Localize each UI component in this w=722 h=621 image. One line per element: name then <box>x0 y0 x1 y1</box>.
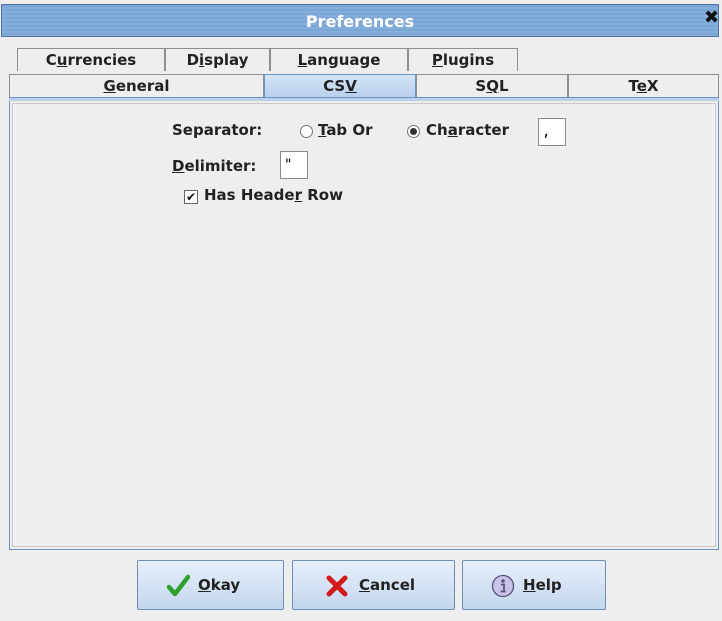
tab-label: eneral <box>115 77 170 95</box>
tab-label-mnemonic: L <box>297 51 308 69</box>
tab-label: D <box>186 51 200 69</box>
tab-label-mnemonic: u <box>56 51 68 69</box>
info-icon <box>491 574 515 598</box>
separator-character-radio[interactable] <box>407 125 420 138</box>
label-mnemonic: C <box>359 576 371 594</box>
tab-label: S <box>475 77 487 95</box>
tab-label-mnemonic: e <box>636 77 647 95</box>
separator-tab-radio[interactable] <box>300 125 313 138</box>
okay-button[interactable]: Okay <box>137 560 284 610</box>
label-text: kay <box>210 576 241 594</box>
separator-tab-label[interactable]: Tab Or <box>318 121 373 139</box>
title-bar[interactable]: Preferences <box>1 4 719 37</box>
tab-label-mnemonic: G <box>103 77 116 95</box>
panel-border <box>12 103 716 547</box>
delimiter-field[interactable] <box>280 151 308 179</box>
tab-plugins[interactable]: Plugins <box>408 48 518 71</box>
tab-label-mnemonic: V <box>345 77 357 95</box>
tab-label: C <box>45 51 57 69</box>
label-text: racter <box>457 121 509 139</box>
tab-display[interactable]: Display <box>165 48 270 71</box>
separator-label: Separator: <box>172 121 263 139</box>
okay-label: Okay <box>198 576 240 594</box>
label-mnemonic: H <box>523 576 536 594</box>
csv-settings-panel: Separator: Tab Or Character Delimiter: ✔… <box>9 101 719 550</box>
delimiter-label: Delimiter: <box>172 157 256 175</box>
separator-character-field[interactable] <box>538 118 566 146</box>
label-text: elp <box>535 576 562 594</box>
cancel-label: Cancel <box>359 576 415 594</box>
label-mnemonic: a <box>447 121 458 139</box>
label-text: Ch <box>426 121 448 139</box>
cancel-button[interactable]: Cancel <box>292 560 455 610</box>
label-mnemonic: r <box>294 186 302 204</box>
tab-label: anguage <box>307 51 381 69</box>
tab-csv[interactable]: CSV <box>264 74 416 97</box>
window-title: Preferences <box>305 12 415 31</box>
x-icon <box>326 575 348 597</box>
tab-language[interactable]: Language <box>270 48 408 71</box>
has-header-row-checkbox[interactable]: ✔ <box>184 190 198 204</box>
close-icon[interactable]: ✖ <box>704 8 722 28</box>
tab-label: splay <box>204 51 249 69</box>
label-mnemonic: O <box>198 576 211 594</box>
label-text: ab Or <box>326 121 373 139</box>
checkmark-icon <box>166 574 190 597</box>
has-header-row-label[interactable]: Has Header Row <box>204 186 343 204</box>
tab-label-mnemonic: Q <box>486 77 499 95</box>
label-text: elimiter: <box>184 157 257 175</box>
tab-label: T <box>628 77 637 95</box>
tab-label-mnemonic: P <box>431 51 443 69</box>
tab-tex[interactable]: TeX <box>568 74 719 97</box>
tab-label: lugins <box>442 51 495 69</box>
label-mnemonic: D <box>172 157 185 175</box>
label-text: Row <box>302 186 343 204</box>
checkmark-icon: ✔ <box>185 190 197 204</box>
help-button[interactable]: Help <box>462 560 606 610</box>
tab-label: CS <box>323 77 346 95</box>
tab-label: X <box>646 77 659 95</box>
tab-label: L <box>499 77 509 95</box>
tab-label: rrencies <box>67 51 137 69</box>
separator-character-label[interactable]: Character <box>426 121 509 139</box>
tab-sql[interactable]: SQL <box>416 74 568 97</box>
tab-currencies[interactable]: Currencies <box>17 48 165 71</box>
help-label: Help <box>523 576 562 594</box>
label-text: Has Heade <box>204 186 295 204</box>
label-text: ancel <box>370 576 416 594</box>
tab-general[interactable]: General <box>9 74 264 97</box>
